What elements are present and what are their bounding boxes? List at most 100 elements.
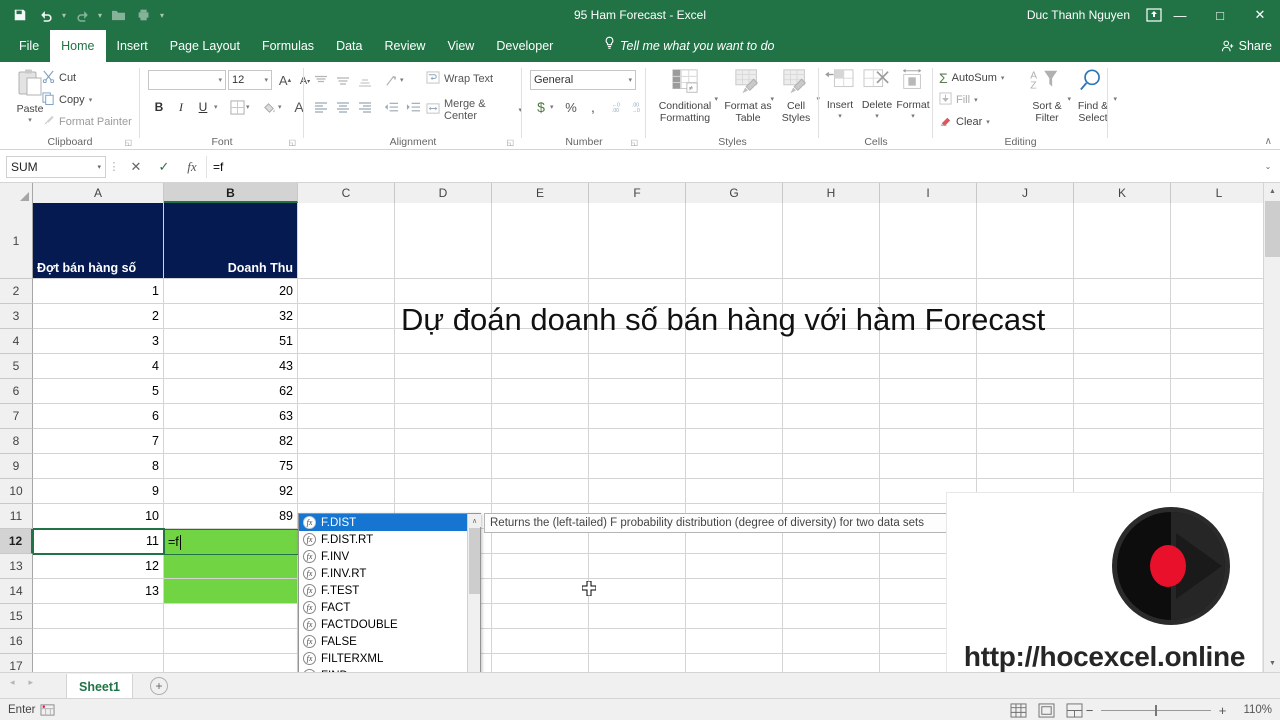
- tab-view[interactable]: View: [436, 30, 485, 62]
- row-header-13[interactable]: 13: [0, 554, 33, 579]
- autosum-button[interactable]: Σ AutoSum ▾: [939, 70, 1004, 86]
- enter-formula-button[interactable]: ✓: [150, 156, 178, 178]
- column-header-K[interactable]: K: [1074, 183, 1171, 203]
- percent-format-button[interactable]: %: [560, 96, 582, 118]
- autocomplete-item-f-dist[interactable]: fx F.DIST: [299, 514, 480, 531]
- grow-font-button[interactable]: A ▴: [274, 69, 296, 91]
- conditional-formatting-dropdown-icon[interactable]: ▾: [714, 94, 718, 106]
- delete-cells-dropdown-icon[interactable]: ▾: [875, 111, 879, 123]
- cell-B3[interactable]: 32: [164, 304, 298, 329]
- row-header-10[interactable]: 10: [0, 479, 33, 504]
- cell-B11[interactable]: 89: [164, 504, 298, 529]
- cell-B14[interactable]: [164, 579, 298, 604]
- insert-function-button[interactable]: fx: [178, 156, 206, 178]
- formula-input[interactable]: =f: [206, 155, 1256, 178]
- zoom-in-button[interactable]: +: [1217, 703, 1228, 718]
- column-header-H[interactable]: H: [783, 183, 880, 203]
- copy-button[interactable]: Copy ▾: [42, 92, 92, 108]
- font-size-input[interactable]: 12 ▾: [228, 70, 272, 90]
- format-cells-dropdown-icon[interactable]: ▾: [911, 111, 915, 123]
- row-header-12[interactable]: 12: [0, 529, 33, 554]
- borders-button[interactable]: [226, 96, 248, 118]
- row-header-6[interactable]: 6: [0, 379, 33, 404]
- italic-button[interactable]: I: [170, 96, 192, 118]
- cell-B8[interactable]: 82: [164, 429, 298, 454]
- row-header-16[interactable]: 16: [0, 629, 33, 654]
- underline-button[interactable]: U: [192, 96, 214, 118]
- cell-B10[interactable]: 92: [164, 479, 298, 504]
- column-header-D[interactable]: D: [395, 183, 492, 203]
- name-box-dropdown-icon[interactable]: ▾: [97, 163, 101, 171]
- align-middle-button[interactable]: [332, 70, 354, 92]
- decrease-indent-button[interactable]: [380, 96, 402, 118]
- cell-B4[interactable]: 51: [164, 329, 298, 354]
- font-dialog-launcher[interactable]: ◱: [288, 138, 296, 147]
- autocomplete-item-filterxml[interactable]: fx FILTERXML: [299, 650, 480, 667]
- increase-decimal-button[interactable]: ←0.00: [606, 96, 628, 118]
- autocomplete-item-fact[interactable]: fx FACT: [299, 599, 480, 616]
- format-cells-button[interactable]: Format ▾: [895, 68, 931, 123]
- borders-dropdown-icon[interactable]: ▾: [246, 103, 250, 111]
- sort-filter-button[interactable]: AZ Sort & Filter ▾: [1025, 68, 1071, 124]
- column-header-E[interactable]: E: [492, 183, 589, 203]
- insert-cells-button[interactable]: Insert ▾: [823, 68, 857, 123]
- autocomplete-item-false[interactable]: fx FALSE: [299, 633, 480, 650]
- bold-button[interactable]: B: [148, 96, 170, 118]
- zoom-out-button[interactable]: −: [1084, 703, 1095, 718]
- cell-A12[interactable]: 11: [33, 529, 164, 554]
- delete-cells-button[interactable]: Delete ▾: [859, 68, 895, 123]
- underline-dropdown-icon[interactable]: ▾: [214, 103, 218, 111]
- paste-dropdown-icon[interactable]: ▾: [28, 115, 32, 127]
- align-right-button[interactable]: [354, 96, 376, 118]
- cell-B7[interactable]: 63: [164, 404, 298, 429]
- row-header-1[interactable]: 1: [0, 203, 33, 279]
- cell-B9[interactable]: 75: [164, 454, 298, 479]
- select-all-button[interactable]: [0, 183, 33, 203]
- orientation-button[interactable]: [380, 70, 402, 92]
- find-select-dropdown-icon[interactable]: ▾: [1113, 94, 1117, 106]
- autocomplete-item-f-inv[interactable]: fx F.INV: [299, 548, 480, 565]
- close-button[interactable]: ✕: [1240, 0, 1280, 30]
- cell-A4[interactable]: 3: [33, 329, 164, 354]
- clipboard-dialog-launcher[interactable]: ◱: [124, 138, 132, 147]
- align-center-button[interactable]: [332, 96, 354, 118]
- cell-B2[interactable]: 20: [164, 279, 298, 304]
- vertical-scroll-thumb[interactable]: [1265, 201, 1280, 257]
- cell-styles-button[interactable]: Cell Styles ▾: [776, 68, 820, 124]
- zoom-level-label[interactable]: 110%: [1243, 699, 1272, 720]
- column-header-C[interactable]: C: [298, 183, 395, 203]
- cell-A2[interactable]: 1: [33, 279, 164, 304]
- font-name-dropdown-icon[interactable]: ▾: [218, 76, 222, 84]
- autocomplete-item-f-dist-rt[interactable]: fx F.DIST.RT: [299, 531, 480, 548]
- autocomplete-item-f-test[interactable]: fx F.TEST: [299, 582, 480, 599]
- cell-B13[interactable]: [164, 554, 298, 579]
- clear-dropdown-icon[interactable]: ▾: [986, 118, 990, 126]
- expand-formula-bar-button[interactable]: ⌄: [1256, 162, 1280, 171]
- number-dialog-launcher[interactable]: ◱: [630, 138, 638, 147]
- cell-A10[interactable]: 9: [33, 479, 164, 504]
- align-top-button[interactable]: [310, 70, 332, 92]
- column-header-A[interactable]: A: [33, 183, 164, 203]
- accounting-format-button[interactable]: $: [530, 96, 552, 118]
- vertical-scrollbar[interactable]: ▲ ▼: [1263, 183, 1280, 672]
- tab-review[interactable]: Review: [373, 30, 436, 62]
- autocomplete-item-f-inv-rt[interactable]: fx F.INV.RT: [299, 565, 480, 582]
- sheet-tab-sheet1[interactable]: Sheet1: [66, 674, 133, 699]
- column-header-L[interactable]: L: [1171, 183, 1268, 203]
- column-header-F[interactable]: F: [589, 183, 686, 203]
- cell-A17[interactable]: [33, 654, 164, 672]
- autosum-dropdown-icon[interactable]: ▾: [1001, 74, 1005, 82]
- row-header-8[interactable]: 8: [0, 429, 33, 454]
- tab-home[interactable]: Home: [50, 30, 106, 62]
- next-sheet-icon[interactable]: ▸: [29, 677, 34, 688]
- insert-cells-dropdown-icon[interactable]: ▾: [838, 111, 842, 123]
- cell-B5[interactable]: 43: [164, 354, 298, 379]
- row-header-4[interactable]: 4: [0, 329, 33, 354]
- find-select-button[interactable]: Find & Select ▾: [1071, 68, 1117, 124]
- align-bottom-button[interactable]: [354, 70, 376, 92]
- cell-A11[interactable]: 10: [33, 504, 164, 529]
- font-name-input[interactable]: ▾: [148, 70, 226, 90]
- cell-B12-editing[interactable]: =f: [164, 529, 299, 555]
- accounting-dropdown-icon[interactable]: ▾: [550, 103, 554, 111]
- cell-A1[interactable]: Đợt bán hàng số: [33, 203, 164, 279]
